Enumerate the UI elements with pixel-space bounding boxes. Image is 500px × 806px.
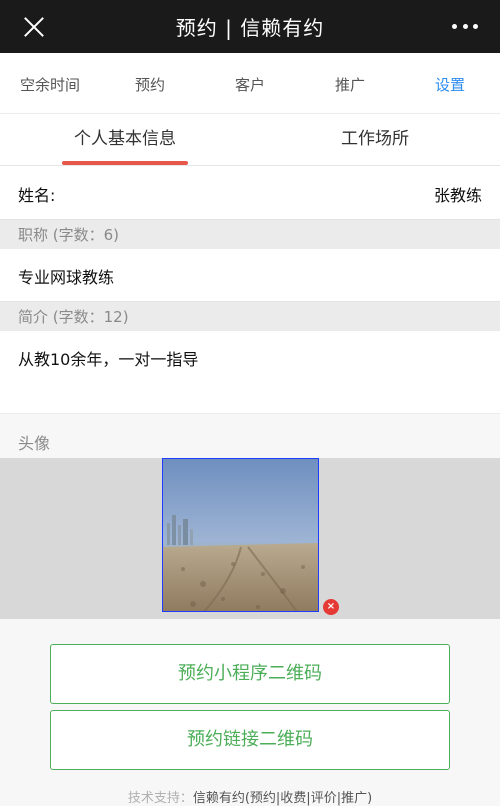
top-navigation: 空余时间 预约 客户 推广 设置 <box>0 53 500 114</box>
tab-workplace[interactable]: 工作场所 <box>250 114 500 165</box>
nav-item-booking[interactable]: 预约 <box>100 53 200 113</box>
more-options-icon[interactable] <box>452 20 478 32</box>
delete-avatar-icon[interactable]: × <box>323 599 339 615</box>
job-title-header-label: 职称 (字数：6) <box>18 226 120 244</box>
nav-item-settings[interactable]: 设置 <box>400 53 500 113</box>
job-title-field[interactable]: 专业网球教练 <box>0 249 500 302</box>
name-value: 张教练 <box>433 186 482 205</box>
avatar-upload-area[interactable]: × <box>0 458 500 619</box>
name-row[interactable]: 姓名: 张教练 <box>0 166 500 219</box>
link-qr-button[interactable]: 预约链接二维码 <box>50 710 450 770</box>
avatar-image[interactable] <box>162 458 319 612</box>
intro-header-label: 简介 (字数：12) <box>18 308 129 326</box>
settings-tabs: 个人基本信息 工作场所 <box>0 114 500 166</box>
footer-prefix: 技术支持： <box>127 791 193 806</box>
nav-item-promotion[interactable]: 推广 <box>300 53 400 113</box>
avatar-header-label: 头像 <box>18 434 51 453</box>
footer-link[interactable]: 信赖有约(预约|收费|评价|推广) <box>193 791 372 806</box>
intro-value: 从教10余年，一对一指导 <box>18 350 199 369</box>
bottom-actions: 预约小程序二维码 预约链接二维码 技术支持：信赖有约(预约|收费|评价|推广) <box>0 619 500 806</box>
nav-item-free-time[interactable]: 空余时间 <box>0 53 100 113</box>
intro-header: 简介 (字数：12) <box>0 301 500 331</box>
beach-photo-icon <box>163 459 318 611</box>
window-title: 预约 | 信赖有约 <box>175 16 325 40</box>
intro-field[interactable]: 从教10余年，一对一指导 <box>0 331 500 413</box>
tab-basic-info[interactable]: 个人基本信息 <box>0 114 250 165</box>
title-bar: 预约 | 信赖有约 <box>0 0 500 53</box>
name-label: 姓名: <box>18 186 56 205</box>
job-title-value: 专业网球教练 <box>18 268 115 287</box>
avatar-header: 头像 <box>0 413 500 458</box>
nav-item-clients[interactable]: 客户 <box>200 53 300 113</box>
footer: 技术支持：信赖有约(预约|收费|评价|推广) <box>0 787 500 806</box>
miniprogram-qr-button[interactable]: 预约小程序二维码 <box>50 644 450 704</box>
job-title-header: 职称 (字数：6) <box>0 219 500 249</box>
